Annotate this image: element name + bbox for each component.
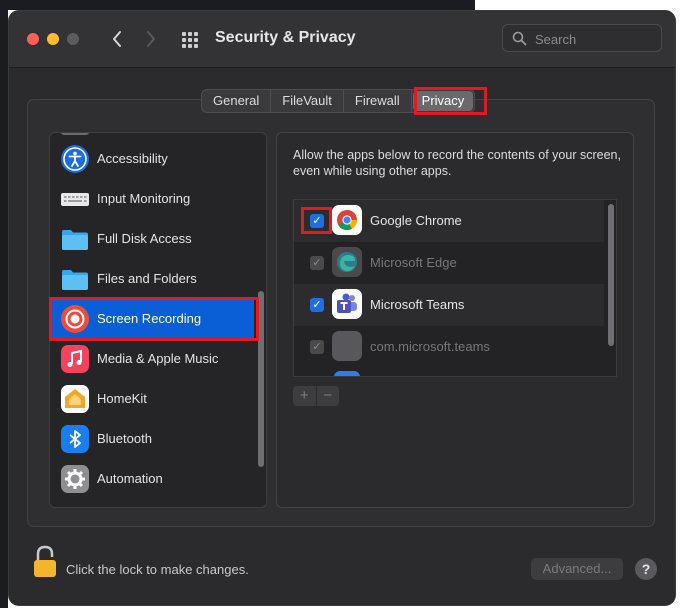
screen-recording-icon: [61, 305, 89, 333]
sidebar-item-label: Input Monitoring: [97, 191, 191, 206]
accessibility-icon: [61, 145, 89, 173]
screen-recording-panel: Allow the apps below to record the conte…: [276, 132, 634, 508]
window-title: Security & Privacy: [215, 29, 356, 46]
sidebar-item-label: Media & Apple Music: [97, 351, 219, 366]
grid-dot: [188, 44, 192, 48]
desktop-background-left: [0, 0, 8, 608]
folder-icon: [61, 265, 89, 293]
app-row-microsoft-teams[interactable]: ✓ Microsoft Teams: [294, 284, 604, 326]
search-input[interactable]: [533, 29, 657, 49]
partial-icon: [61, 133, 89, 135]
sidebar-scrollbar[interactable]: [258, 291, 264, 467]
grid-dot: [188, 38, 192, 42]
add-app-button[interactable]: +: [293, 386, 317, 406]
title-bar: Security & Privacy: [9, 11, 675, 68]
help-button[interactable]: ?: [635, 558, 657, 580]
lock-icon[interactable]: [33, 545, 57, 579]
sidebar-item-bluetooth[interactable]: Bluetooth: [50, 419, 254, 459]
add-remove-buttons: + −: [293, 386, 339, 406]
music-icon: [61, 345, 89, 373]
sidebar-item-label: Automation: [97, 471, 163, 486]
com-teams-checkbox[interactable]: ✓: [310, 340, 324, 354]
app-name: Microsoft Teams: [370, 297, 465, 312]
grid-dot: [194, 32, 198, 36]
teams-icon: [332, 289, 362, 319]
show-all-grid-button[interactable]: [182, 32, 198, 48]
advanced-button[interactable]: Advanced...: [531, 558, 623, 580]
teams-checkbox[interactable]: ✓: [310, 298, 324, 312]
app-row-partial: [294, 368, 604, 376]
sidebar-item-homekit[interactable]: HomeKit: [50, 379, 254, 419]
app-row-com-microsoft-teams[interactable]: ✓ com.microsoft.teams: [294, 326, 604, 368]
chrome-icon: [332, 205, 362, 235]
grid-dot: [194, 44, 198, 48]
app-row-microsoft-edge[interactable]: ✓ Microsoft Edge: [294, 242, 604, 284]
gear-icon: [61, 465, 89, 493]
chrome-checkbox[interactable]: ✓: [310, 214, 324, 228]
sidebar-item-files-and-folders[interactable]: Files and Folders: [50, 259, 254, 299]
homekit-icon: [61, 385, 89, 413]
tab-filevault[interactable]: FileVault: [271, 90, 344, 112]
sidebar-item-label: Screen Recording: [97, 311, 202, 326]
grid-dot: [182, 44, 186, 48]
grid-dot: [188, 32, 192, 36]
sidebar-item-label: Full Disk Access: [97, 231, 192, 246]
bluetooth-icon: [61, 425, 89, 453]
remove-app-button[interactable]: −: [317, 386, 340, 406]
search-field[interactable]: [502, 24, 662, 52]
partial-app-icon: [334, 371, 360, 376]
edge-checkbox[interactable]: ✓: [310, 256, 324, 270]
grid-dot: [182, 32, 186, 36]
sidebar-item-automation[interactable]: Automation: [50, 459, 254, 499]
tab-general[interactable]: General: [202, 90, 272, 112]
permission-description: Allow the apps below to record the conte…: [293, 148, 621, 178]
chevron-right-icon: [147, 31, 155, 47]
sidebar-item-full-disk-access[interactable]: Full Disk Access: [50, 219, 254, 259]
sidebar-item-label: Files and Folders: [97, 271, 197, 286]
app-name: Microsoft Edge: [370, 255, 457, 270]
zoom-button[interactable]: [67, 33, 79, 45]
grid-dot: [194, 38, 198, 42]
sidebar-item-screen-recording[interactable]: Screen Recording: [50, 299, 254, 339]
edge-icon: [332, 247, 362, 277]
grid-dot: [182, 38, 186, 42]
sidebar-item-label: Bluetooth: [97, 431, 152, 446]
app-permission-list[interactable]: ✓ Google Chrome ✓ Microsoft Edge ✓ Micro…: [293, 199, 617, 377]
chevron-left-icon: [113, 31, 121, 47]
tab-privacy[interactable]: Privacy: [412, 91, 474, 111]
generic-app-icon: [332, 331, 362, 361]
app-name: Google Chrome: [370, 213, 462, 228]
sidebar-item-media-apple-music[interactable]: Media & Apple Music: [50, 339, 254, 379]
list-item-partial: [50, 133, 254, 137]
folder-icon: [61, 225, 89, 253]
tab-bar: General FileVault Firewall Privacy: [201, 89, 476, 113]
sidebar-item-label: HomeKit: [97, 391, 147, 406]
sidebar-item-input-monitoring[interactable]: Input Monitoring: [50, 179, 254, 219]
forward-button[interactable]: [139, 25, 163, 53]
preferences-window: Security & Privacy General FileVault Fir…: [8, 10, 676, 606]
sidebar-item-accessibility[interactable]: Accessibility: [50, 139, 254, 179]
back-button[interactable]: [105, 25, 129, 53]
desktop-background-top: [0, 0, 475, 10]
keyboard-icon: [61, 185, 89, 213]
lock-hint-text: Click the lock to make changes.: [66, 562, 249, 577]
sidebar-item-label: Accessibility: [97, 151, 168, 166]
app-row-google-chrome[interactable]: ✓ Google Chrome: [294, 200, 604, 242]
search-icon: [512, 31, 527, 46]
minimize-button[interactable]: [47, 33, 59, 45]
app-name: com.microsoft.teams: [370, 339, 490, 354]
tab-firewall[interactable]: Firewall: [344, 90, 412, 112]
app-list-scrollbar[interactable]: [608, 204, 614, 346]
privacy-category-list[interactable]: Accessibility Input Monitoring Full Disk…: [49, 132, 267, 508]
close-button[interactable]: [27, 33, 39, 45]
